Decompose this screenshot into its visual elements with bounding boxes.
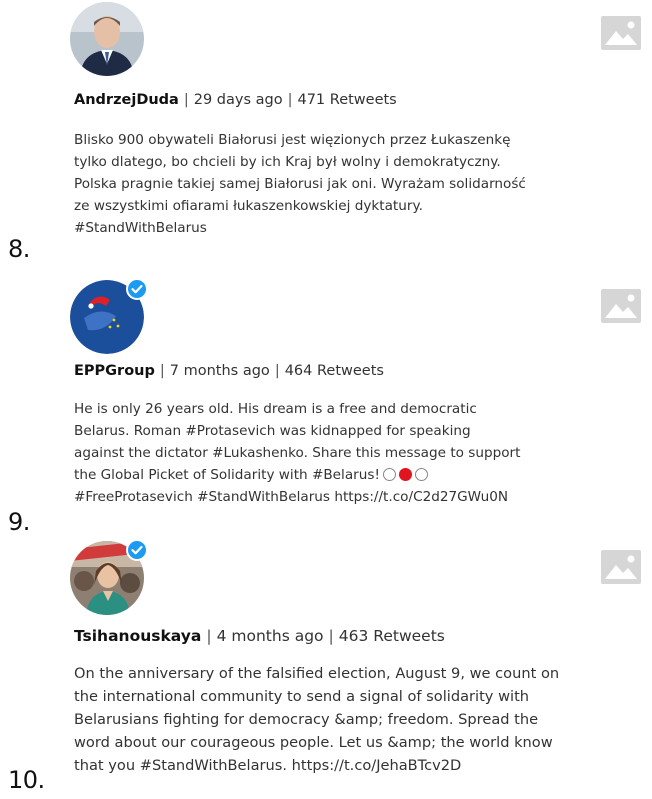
tweet-line: word about our courageous people. Let us… <box>74 734 553 751</box>
tweet-line: #FreeProtasevich #StandWithBelarus https… <box>74 489 509 505</box>
timestamp: 29 days ago <box>193 92 283 108</box>
verified-badge-icon <box>126 539 148 561</box>
tweet-text: Blisko 900 obywateli Białorusi jest więz… <box>74 129 644 239</box>
image-placeholder-icon[interactable] <box>600 15 642 51</box>
avatar-andrzejduda[interactable] <box>70 2 144 76</box>
image-placeholder-icon[interactable] <box>600 549 642 585</box>
tweet-line: Belarusians fighting for democracy &amp;… <box>74 711 539 728</box>
tweet-line: that you #StandWithBelarus. https://t.co… <box>74 757 462 774</box>
retweet-count: 464 Retweets <box>284 363 384 379</box>
tweet-meta: AndrzejDuda | 29 days ago | 471 Retweets <box>74 92 397 108</box>
timestamp: 4 months ago <box>216 627 324 645</box>
tweet-meta: EPPGroup | 7 months ago | 464 Retweets <box>74 363 384 379</box>
username[interactable]: EPPGroup <box>74 363 155 379</box>
image-placeholder-icon[interactable] <box>600 288 642 324</box>
tweet-line: tylko dlatego, bo chcieli by ich Kraj by… <box>74 154 501 170</box>
rank-number: 10. <box>8 766 45 794</box>
tweet-line: Blisko 900 obywateli Białorusi jest więz… <box>74 132 511 148</box>
tweet-line: On the anniversary of the falsified elec… <box>74 665 560 682</box>
portrait-image <box>70 2 144 76</box>
tweet-line-with-flag: the Global Picket of Solidarity with #Be… <box>74 464 644 486</box>
tweet-line: ze wszystkimi ofiarami łukaszenkowskiej … <box>74 198 423 214</box>
tweet-text: On the anniversary of the falsified elec… <box>74 662 649 777</box>
username[interactable]: Tsihanouskaya <box>74 627 201 645</box>
rank-number: 9. <box>8 508 30 536</box>
timestamp: 7 months ago <box>169 363 270 379</box>
tweet-line-text: the Global Picket of Solidarity with #Be… <box>74 467 380 483</box>
white-circle-icon <box>382 468 396 481</box>
retweet-count: 463 Retweets <box>338 627 445 645</box>
tweet-line: He is only 26 years old. His dream is a … <box>74 401 477 417</box>
white-circle-icon <box>414 468 428 481</box>
tweet-line: against the dictator #Lukashenko. Share … <box>74 445 521 461</box>
username[interactable]: AndrzejDuda <box>74 92 179 108</box>
tweet-meta: Tsihanouskaya | 4 months ago | 463 Retweets <box>74 627 445 645</box>
tweet-line: Polska pragnie takiej samej Białorusi ja… <box>74 176 526 192</box>
rank-number: 8. <box>8 235 30 263</box>
verified-badge-icon <box>126 278 148 300</box>
retweet-count: 471 Retweets <box>297 92 397 108</box>
tweet-line: #StandWithBelarus <box>74 220 207 236</box>
red-circle-icon <box>398 468 412 481</box>
tweet-text: He is only 26 years old. His dream is a … <box>74 398 644 508</box>
tweet-line: the international community to send a si… <box>74 688 530 705</box>
tweet-line: Belarus. Roman #Protasevich was kidnappe… <box>74 423 471 439</box>
